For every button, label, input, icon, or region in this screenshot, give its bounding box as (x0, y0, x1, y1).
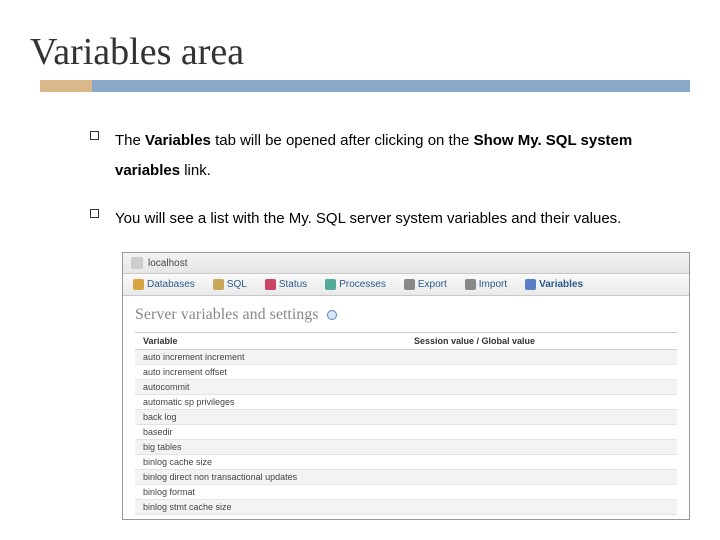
tab-label: Status (279, 279, 307, 290)
var-name: big tables (135, 440, 406, 454)
tab-import[interactable]: Import (461, 277, 511, 292)
bullet-item: You will see a list with the My. SQL ser… (90, 204, 660, 234)
breadcrumb-host: localhost (148, 258, 187, 269)
col-variable: Variable (135, 333, 406, 349)
table-row: binlog direct non transactional updates (135, 470, 677, 485)
tab-label: Variables (539, 279, 583, 290)
table-row: basedir (135, 425, 677, 440)
table-row: auto increment increment (135, 350, 677, 365)
bullet-list: The Variables tab will be opened after c… (90, 126, 660, 234)
panel-title: Server variables and settings (135, 306, 677, 324)
tab-label: SQL (227, 279, 247, 290)
var-value (406, 410, 677, 424)
refresh-icon[interactable] (327, 310, 337, 320)
var-name: basedir (135, 425, 406, 439)
bullet-text: The Variables tab will be opened after c… (115, 126, 660, 186)
embedded-screenshot: localhost Databases SQL Status Processes… (122, 252, 690, 520)
bullet-fragment: link. (180, 162, 211, 179)
bullet-fragment: tab will be opened after clicking on the (211, 132, 474, 149)
tab-status[interactable]: Status (261, 277, 311, 292)
tab-label: Databases (147, 279, 195, 290)
tab-processes[interactable]: Processes (321, 277, 390, 292)
panel-title-text: Server variables and settings (135, 306, 319, 324)
tab-variables[interactable]: Variables (521, 277, 587, 292)
tab-databases[interactable]: Databases (129, 277, 199, 292)
col-value: Session value / Global value (406, 333, 677, 349)
table-row: autocommit (135, 380, 677, 395)
var-name: binlog direct non transactional updates (135, 470, 406, 484)
var-name: back log (135, 410, 406, 424)
var-value (406, 470, 677, 484)
export-icon (404, 279, 415, 290)
table-row: automatic sp privileges (135, 395, 677, 410)
tab-strip: Databases SQL Status Processes Export Im… (123, 274, 689, 296)
table-row: binlog format (135, 485, 677, 500)
underline-accent (40, 80, 92, 92)
var-value (406, 485, 677, 499)
tab-label: Import (479, 279, 507, 290)
bullet-marker-icon (90, 131, 99, 140)
panel: Server variables and settings Variable S… (123, 296, 689, 519)
var-name: binlog cache size (135, 455, 406, 469)
var-name: binlog format (135, 485, 406, 499)
var-value (406, 380, 677, 394)
bullet-fragment: The (115, 132, 145, 149)
slide-title: Variables area (30, 30, 690, 74)
table-row: auto increment offset (135, 365, 677, 380)
table-header: Variable Session value / Global value (135, 332, 677, 350)
bullet-marker-icon (90, 209, 99, 218)
var-value (406, 425, 677, 439)
slide: Variables area The Variables tab will be… (0, 0, 720, 540)
var-value (406, 500, 677, 514)
var-name: auto increment offset (135, 365, 406, 379)
tab-export[interactable]: Export (400, 277, 451, 292)
var-value (406, 455, 677, 469)
var-name: auto increment increment (135, 350, 406, 364)
table-row: back log (135, 410, 677, 425)
bullet-bold: Variables (145, 132, 211, 149)
bullet-item: The Variables tab will be opened after c… (90, 126, 660, 186)
tab-label: Export (418, 279, 447, 290)
var-name: binlog stmt cache size (135, 500, 406, 514)
table-row: binlog stmt cache size (135, 500, 677, 515)
status-icon (265, 279, 276, 290)
tab-label: Processes (339, 279, 386, 290)
import-icon (465, 279, 476, 290)
sql-icon (213, 279, 224, 290)
tab-sql[interactable]: SQL (209, 277, 251, 292)
table-row: big tables (135, 440, 677, 455)
bullet-text: You will see a list with the My. SQL ser… (115, 204, 621, 234)
underline-main (92, 80, 690, 92)
var-name: automatic sp privileges (135, 395, 406, 409)
var-name: autocommit (135, 380, 406, 394)
var-value (406, 395, 677, 409)
var-value (406, 350, 677, 364)
server-icon (131, 257, 143, 269)
database-icon (133, 279, 144, 290)
title-underline (40, 80, 690, 94)
var-value (406, 440, 677, 454)
table-row: binlog cache size (135, 455, 677, 470)
var-value (406, 365, 677, 379)
breadcrumb: localhost (123, 253, 689, 274)
variables-icon (525, 279, 536, 290)
processes-icon (325, 279, 336, 290)
